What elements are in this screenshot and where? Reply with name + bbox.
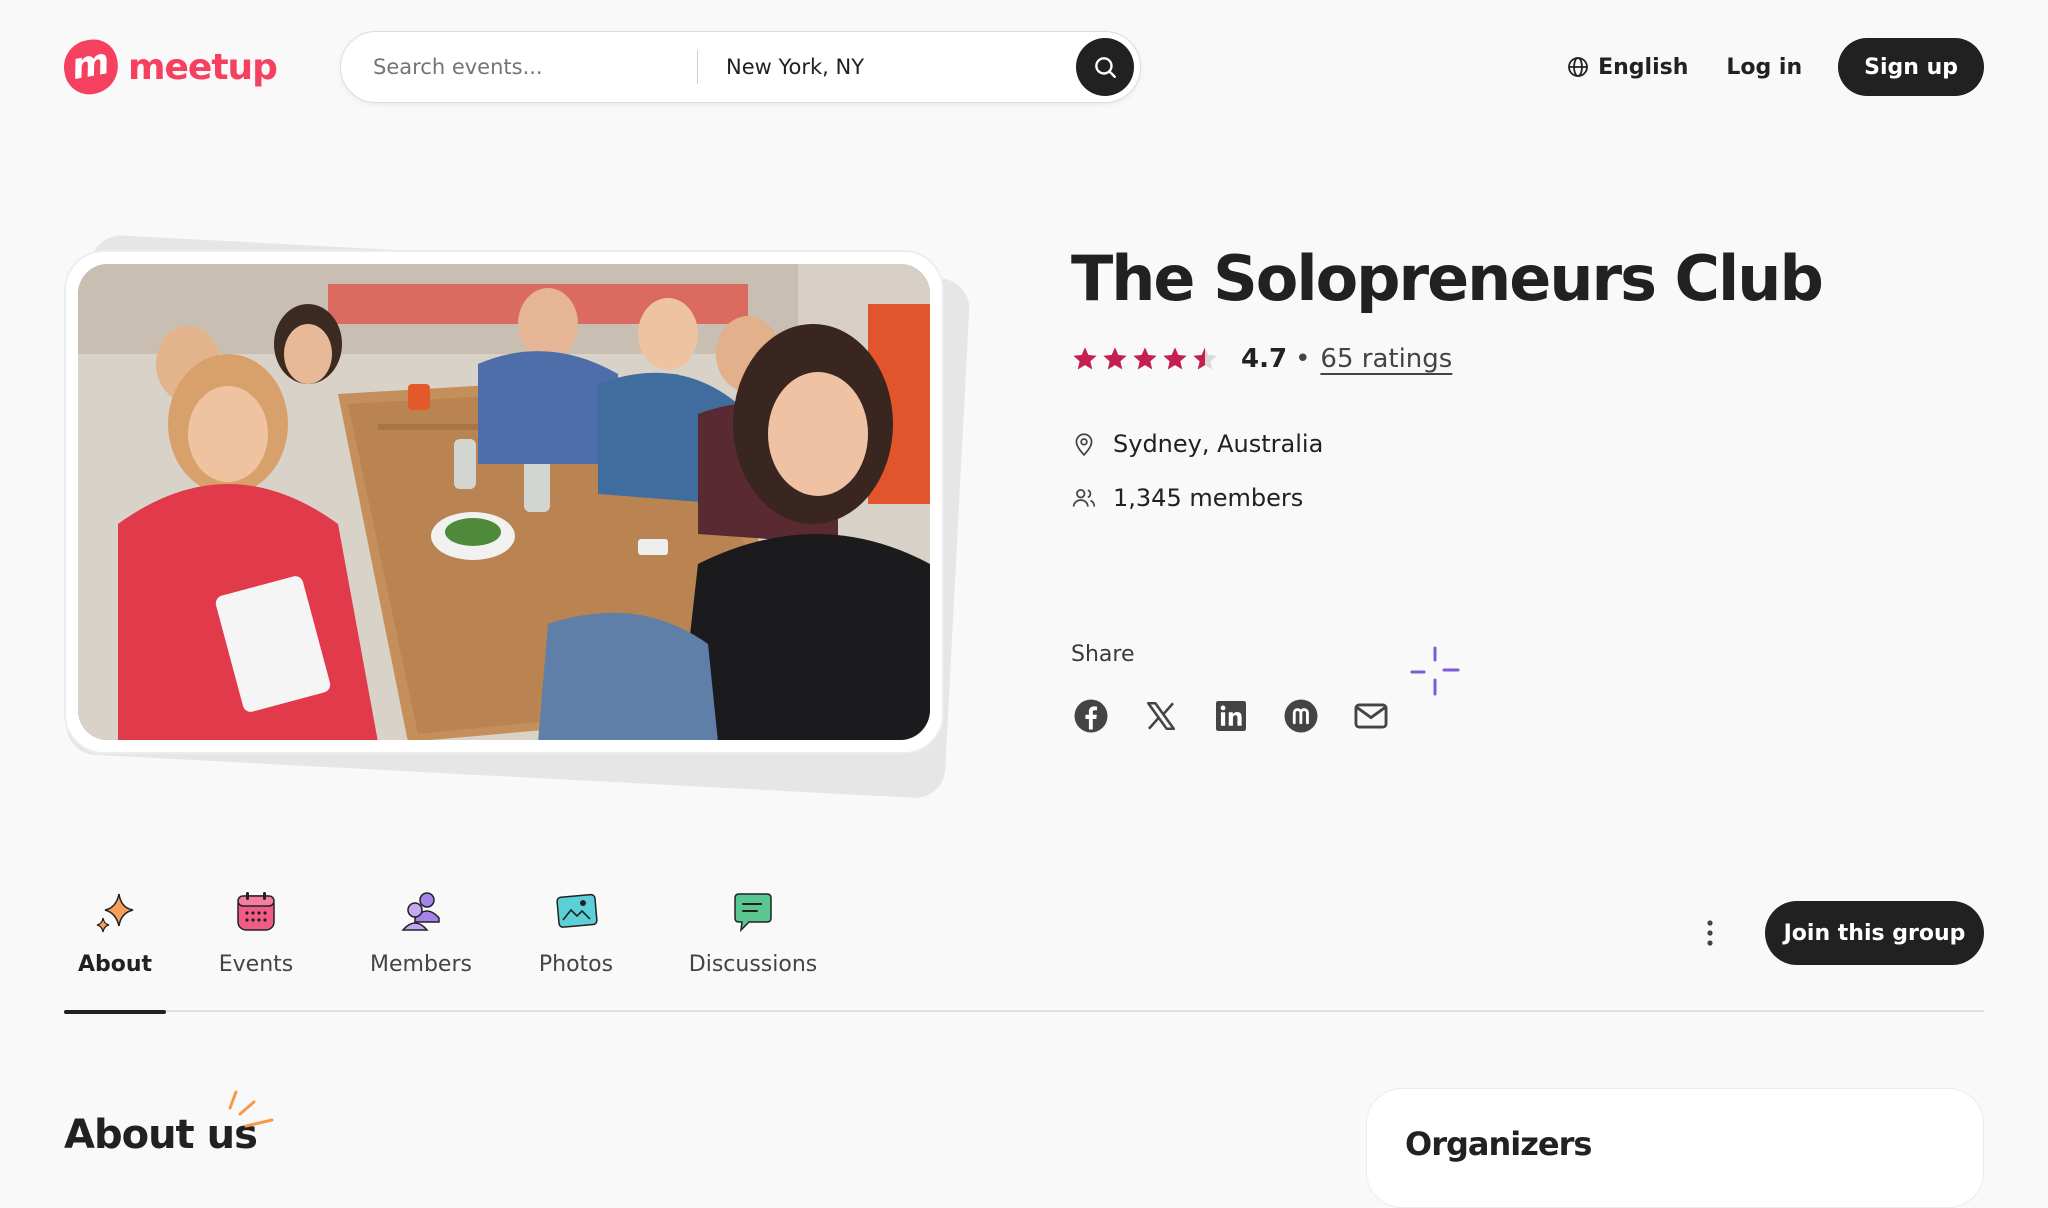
join-group-button[interactable]: Join this group (1765, 901, 1984, 965)
share-label: Share (1071, 642, 1135, 667)
email-icon (1354, 703, 1388, 729)
chat-bubble-icon (734, 893, 772, 933)
tab-members[interactable]: Members (370, 880, 472, 1012)
sparkle-decoration-icon (1410, 646, 1460, 696)
signup-button[interactable]: Sign up (1838, 38, 1984, 96)
calendar-icon (237, 892, 275, 931)
sparkle-icon (96, 893, 134, 933)
location-text: Sydney, Australia (1113, 430, 1324, 458)
tab-label: About (77, 952, 153, 977)
star-icon (1163, 347, 1187, 370)
group-members: 1,345 members (1071, 484, 1303, 512)
logo-mark: m (59, 35, 123, 99)
language-label: English (1598, 54, 1689, 80)
share-linkedin-button[interactable] (1211, 696, 1251, 736)
star-icon (1103, 347, 1127, 370)
rating-separator: • (1295, 344, 1311, 374)
header-actions: English Log in Sign up (1566, 38, 1984, 96)
meetup-logo[interactable]: m meetup (59, 35, 278, 99)
share-buttons (1071, 696, 1421, 736)
group-rating: 4.7 • 65 ratings (1071, 344, 1452, 374)
people-icon (401, 892, 440, 931)
photo-icon (556, 893, 598, 928)
meetup-icon (1284, 699, 1318, 733)
members-text: 1,345 members (1113, 484, 1304, 512)
location-input[interactable] (726, 50, 1056, 84)
group-photo-frame (64, 224, 971, 800)
share-meetup-button[interactable] (1281, 696, 1321, 736)
ratings-count-link[interactable]: 65 ratings (1320, 344, 1452, 374)
tab-label: Events (218, 952, 294, 977)
rating-stars (1071, 345, 1221, 373)
group-photo-image (78, 264, 930, 740)
tab-discussions[interactable]: Discussions (678, 880, 828, 1012)
globe-icon (1568, 57, 1588, 77)
star-icon (1073, 347, 1097, 370)
search-button[interactable] (1076, 38, 1134, 96)
share-facebook-button[interactable] (1071, 696, 1111, 736)
x-icon (1146, 701, 1176, 731)
search-events-input[interactable] (373, 50, 703, 84)
members-icon (1072, 489, 1096, 507)
site-header: m meetup English Log in Sign up (0, 0, 2048, 135)
photo-card (64, 250, 944, 754)
group-title: The Solopreneurs Club (1071, 242, 1824, 315)
group-tabs: About Events Members Photos Discussions (64, 880, 1984, 1014)
language-selector[interactable]: English (1566, 55, 1688, 80)
linkedin-icon (1216, 701, 1246, 731)
tab-events[interactable]: Events (214, 880, 298, 1012)
share-x-button[interactable] (1141, 696, 1181, 736)
search-icon (1095, 57, 1116, 78)
search-bar (340, 31, 1141, 103)
tab-label: Members (370, 952, 472, 977)
more-vertical-icon[interactable] (1698, 918, 1722, 950)
organizers-card: Organizers (1366, 1088, 1984, 1208)
facebook-icon (1074, 699, 1108, 733)
star-half-icon (1193, 347, 1217, 370)
tab-label: Photos (538, 952, 614, 977)
search-divider (697, 50, 698, 84)
burst-decoration-icon (228, 1090, 274, 1128)
group-location: Sydney, Australia (1071, 430, 1323, 458)
logo-text: meetup (128, 46, 278, 88)
location-pin-icon (1075, 433, 1093, 457)
share-email-button[interactable] (1351, 696, 1391, 736)
star-icon (1133, 347, 1157, 370)
rating-value: 4.7 (1241, 344, 1288, 374)
tab-about[interactable]: About (64, 880, 166, 1014)
tab-photos[interactable]: Photos (538, 880, 614, 1012)
login-link[interactable]: Log in (1726, 55, 1802, 80)
tab-label: Discussions (688, 952, 818, 977)
organizers-heading: Organizers (1405, 1125, 1592, 1163)
group-photo[interactable] (78, 264, 930, 740)
